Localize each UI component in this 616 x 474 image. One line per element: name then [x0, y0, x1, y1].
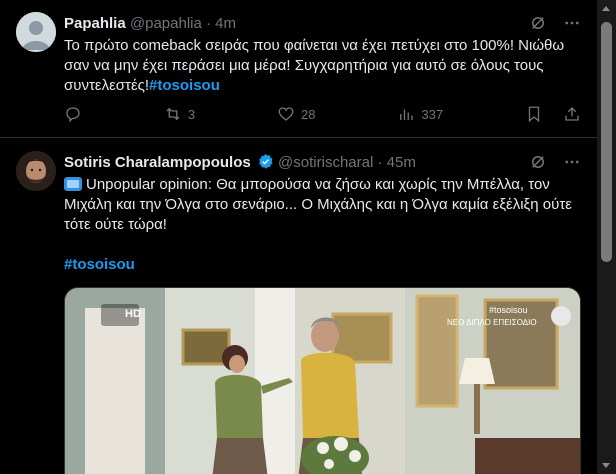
tweet-header: Sotiris Charalampopoulos @sotirischaral …	[64, 153, 581, 173]
retweet-button[interactable]: 3	[164, 105, 195, 123]
views-icon	[400, 109, 414, 120]
hashtag-link[interactable]: #tosoisou	[64, 256, 135, 273]
hashtag-overlay: #tosoisou	[489, 305, 528, 315]
author-handle[interactable]: @sotirischaral	[278, 154, 373, 171]
view-count: 337	[421, 106, 444, 122]
tweet[interactable]: Papahlia @papahlia · 4m Το πρώτο comebac…	[0, 0, 597, 138]
tweet-time[interactable]: · 45m	[377, 154, 415, 171]
hd-label: HD	[125, 308, 141, 320]
more-options-icon[interactable]	[563, 153, 581, 171]
episode-overlay: ΝΕΟ ΔΙΠΛΟ ΕΠΕΙΣΟΔΙΟ	[447, 318, 537, 327]
tweet-text: Unpopular opinion: Θα μπορούσα να ζήσω κ…	[64, 175, 585, 275]
more-options-icon[interactable]	[563, 14, 581, 32]
author-handle[interactable]: @papahlia	[130, 15, 202, 32]
heart-icon	[278, 107, 294, 121]
scrollbar-thumb[interactable]	[601, 22, 612, 262]
reply-icon	[66, 107, 80, 123]
tweet-time[interactable]: · 4m	[206, 15, 236, 32]
share-icon[interactable]	[563, 105, 581, 123]
views-button[interactable]: 337	[397, 105, 443, 123]
tweet-actions: 3 28 337	[64, 104, 581, 124]
scrollbar[interactable]	[597, 0, 616, 474]
profile-photo	[16, 151, 56, 191]
reply-button[interactable]	[64, 105, 82, 123]
author-name[interactable]: Sotiris Charalampopoulos	[64, 154, 251, 171]
bookmark-icon[interactable]	[525, 105, 543, 123]
grok-icon[interactable]	[529, 14, 547, 32]
scroll-up-arrow-icon[interactable]	[602, 6, 610, 11]
avatar[interactable]	[16, 12, 56, 52]
tweet-text: Το πρώτο comeback σειράς που φαίνεται να…	[64, 36, 585, 96]
channel-badge	[551, 306, 571, 326]
tweet-body: Το πρώτο comeback σειράς που φαίνεται να…	[64, 37, 565, 94]
video-frame	[65, 288, 580, 474]
avatar[interactable]	[16, 151, 56, 191]
tweet-body: Unpopular opinion: Θα μπορούσα να ζήσω κ…	[64, 176, 572, 233]
grok-icon[interactable]	[529, 153, 547, 171]
television-icon	[64, 177, 82, 191]
like-button[interactable]: 28	[277, 105, 315, 123]
default-avatar-icon	[16, 12, 56, 52]
tweet[interactable]: Sotiris Charalampopoulos @sotirischaral …	[0, 139, 597, 474]
timeline: Papahlia @papahlia · 4m Το πρώτο comebac…	[0, 0, 597, 474]
author-name[interactable]: Papahlia	[64, 15, 126, 32]
hashtag-link[interactable]: #tosoisou	[149, 77, 220, 94]
retweet-icon	[166, 107, 180, 121]
verified-badge-icon[interactable]	[257, 153, 274, 170]
scroll-down-arrow-icon[interactable]	[602, 463, 610, 468]
tweet-header: Papahlia @papahlia · 4m	[64, 14, 581, 34]
tweet-video[interactable]: HD #tosoisou ΝΕΟ ΔΙΠΛΟ ΕΠΕΙΣΟΔΙΟ	[64, 287, 581, 474]
retweet-count: 3	[187, 106, 196, 122]
like-count: 28	[301, 106, 316, 122]
